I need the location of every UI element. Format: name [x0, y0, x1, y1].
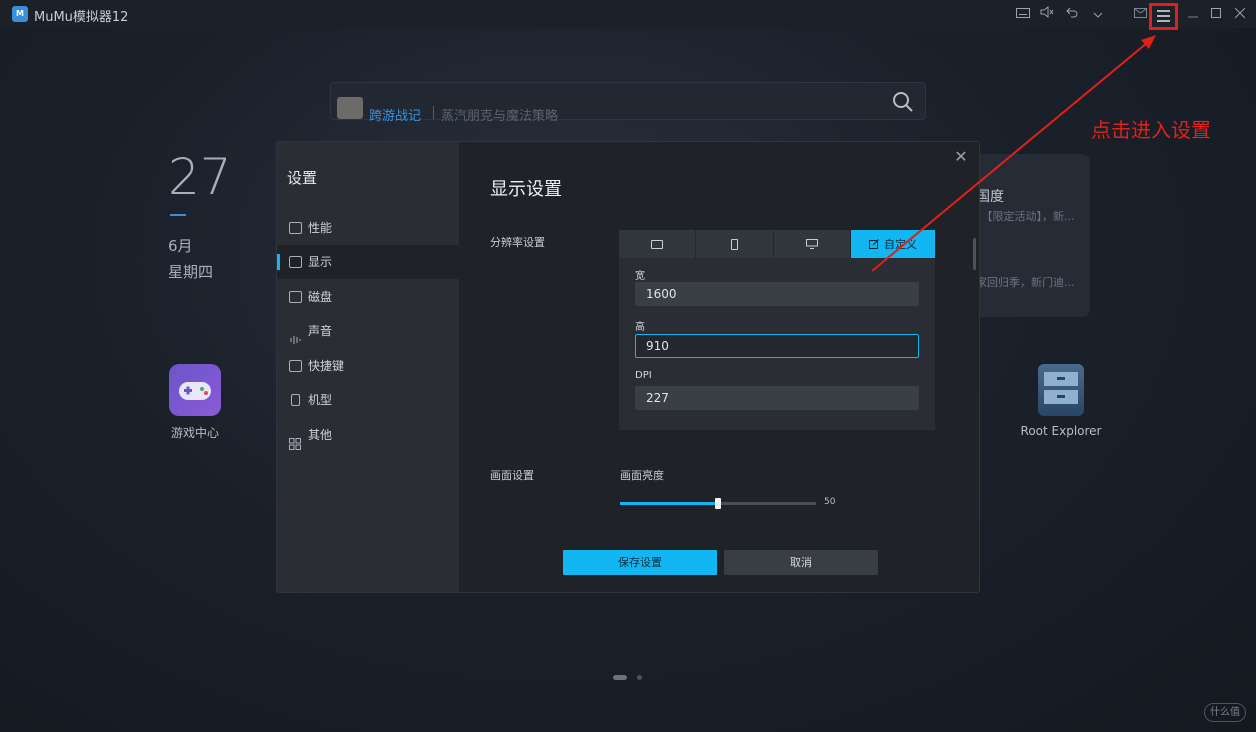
nav-label: 性能: [308, 221, 333, 235]
date-weekday: 星期四: [168, 263, 214, 281]
dialog-close-icon[interactable]: ✕: [951, 147, 971, 167]
nav-item-sound[interactable]: 声音: [277, 314, 459, 348]
slider-thumb[interactable]: [715, 498, 721, 509]
nav-label: 快捷键: [308, 359, 345, 373]
watermark: 什么值: [1204, 703, 1246, 722]
grid-icon: [289, 429, 302, 450]
nav-label: 其他: [308, 428, 333, 442]
nav-label: 显示: [308, 255, 333, 269]
title-bar: M MuMu模拟器12: [0, 0, 1256, 30]
sound-icon: [289, 325, 302, 344]
close-icon[interactable]: [1231, 5, 1249, 23]
disk-icon: [289, 291, 302, 303]
nav-item-performance[interactable]: 性能: [277, 211, 459, 245]
dpi-input[interactable]: 227: [635, 386, 919, 410]
back-icon[interactable]: [1063, 5, 1081, 23]
date-day: 27: [168, 148, 232, 206]
nav-item-shortcuts[interactable]: 快捷键: [277, 349, 459, 383]
search-icon[interactable]: [891, 90, 915, 114]
minimize-icon[interactable]: [1184, 5, 1202, 23]
date-month: 6月: [168, 237, 193, 255]
page-dot[interactable]: [637, 675, 642, 680]
nav-item-disk[interactable]: 磁盘: [277, 280, 459, 314]
screen-settings-label: 画面设置: [490, 469, 534, 482]
nav-item-other[interactable]: 其他: [277, 418, 459, 452]
app-title: MuMu模拟器12: [34, 10, 129, 25]
mute-icon[interactable]: [1038, 5, 1056, 23]
tab-phone[interactable]: [696, 230, 774, 258]
panel-title: 显示设置: [490, 179, 562, 200]
save-button[interactable]: 保存设置: [563, 550, 717, 575]
game-thumbnail: [337, 97, 363, 119]
tab-monitor[interactable]: [774, 230, 852, 258]
chevron-down-icon[interactable]: [1089, 5, 1107, 23]
app-label: 游戏中心: [170, 426, 219, 440]
settings-dialog: 设置 性能 显示 磁盘 声音 快捷键 机型 其他 ✕ 显示设置 分辨率设置 自定…: [276, 141, 980, 593]
page-dot-active[interactable]: [613, 675, 627, 680]
scrollbar[interactable]: [973, 238, 976, 270]
news-text: 家回归季，新门迪...: [976, 276, 1075, 289]
brightness-value: 50: [824, 497, 836, 507]
display-icon: [289, 256, 302, 268]
news-text: 〕【限定活动】，新...: [976, 210, 1075, 223]
tablet-icon: [651, 239, 664, 249]
dpi-label: DPI: [635, 370, 652, 381]
keyboard-icon[interactable]: [1014, 5, 1032, 23]
slider-fill: [620, 502, 718, 505]
resolution-custom-panel: 宽 1600 高 910 DPI 227: [619, 258, 935, 430]
edit-icon: [869, 239, 879, 249]
nav-item-device-model[interactable]: 机型: [277, 383, 459, 417]
nav-item-display[interactable]: 显示: [277, 245, 459, 279]
divider: [433, 106, 434, 119]
brightness-slider[interactable]: [620, 498, 816, 509]
annotation-text: 点击进入设置: [1091, 118, 1211, 142]
tab-custom[interactable]: 自定义: [851, 230, 935, 258]
width-label: 宽: [635, 271, 645, 282]
news-title: 国度: [976, 189, 1004, 205]
desktop-app-game-center[interactable]: 游戏中心: [162, 364, 228, 441]
mail-icon[interactable]: [1131, 5, 1149, 23]
phone-icon: [291, 394, 300, 406]
settings-sidebar: 设置 性能 显示 磁盘 声音 快捷键 机型 其他: [277, 142, 459, 592]
settings-title: 设置: [287, 169, 318, 187]
performance-icon: [289, 222, 302, 234]
menu-icon[interactable]: [1157, 10, 1170, 22]
search-hint: 蒸汽朋克与魔法策略: [441, 109, 559, 124]
nav-label: 磁盘: [308, 290, 333, 304]
height-label: 高: [635, 322, 645, 333]
search-tag[interactable]: 跨游战记: [369, 105, 421, 124]
phone-icon: [731, 238, 739, 250]
nav-label: 声音: [308, 324, 333, 338]
cancel-button[interactable]: 取消: [724, 550, 878, 575]
gamepad-icon: [169, 364, 221, 416]
file-cabinet-icon: [1038, 364, 1084, 416]
search-bar[interactable]: 跨游战记 蒸汽朋克与魔法策略: [330, 82, 926, 124]
resolution-label: 分辨率设置: [490, 236, 545, 249]
brightness-label: 画面亮度: [620, 469, 664, 482]
resolution-tabs: 自定义: [619, 230, 935, 258]
app-logo: M: [12, 6, 28, 22]
desktop-app-root-explorer[interactable]: Root Explorer: [1020, 364, 1102, 438]
nav-label: 机型: [308, 393, 333, 407]
height-input[interactable]: 910: [635, 334, 919, 358]
date-divider: [170, 214, 186, 216]
news-card[interactable]: 国度 〕【限定活动】，新... 家回归季，新门迪...: [970, 154, 1090, 317]
app-label: Root Explorer: [1020, 424, 1102, 438]
width-input[interactable]: 1600: [635, 282, 919, 306]
monitor-icon: [805, 239, 818, 249]
tab-tablet[interactable]: [619, 230, 697, 258]
maximize-icon[interactable]: [1207, 5, 1225, 23]
keyboard-icon: [289, 360, 302, 372]
tab-label: 自定义: [884, 238, 918, 251]
